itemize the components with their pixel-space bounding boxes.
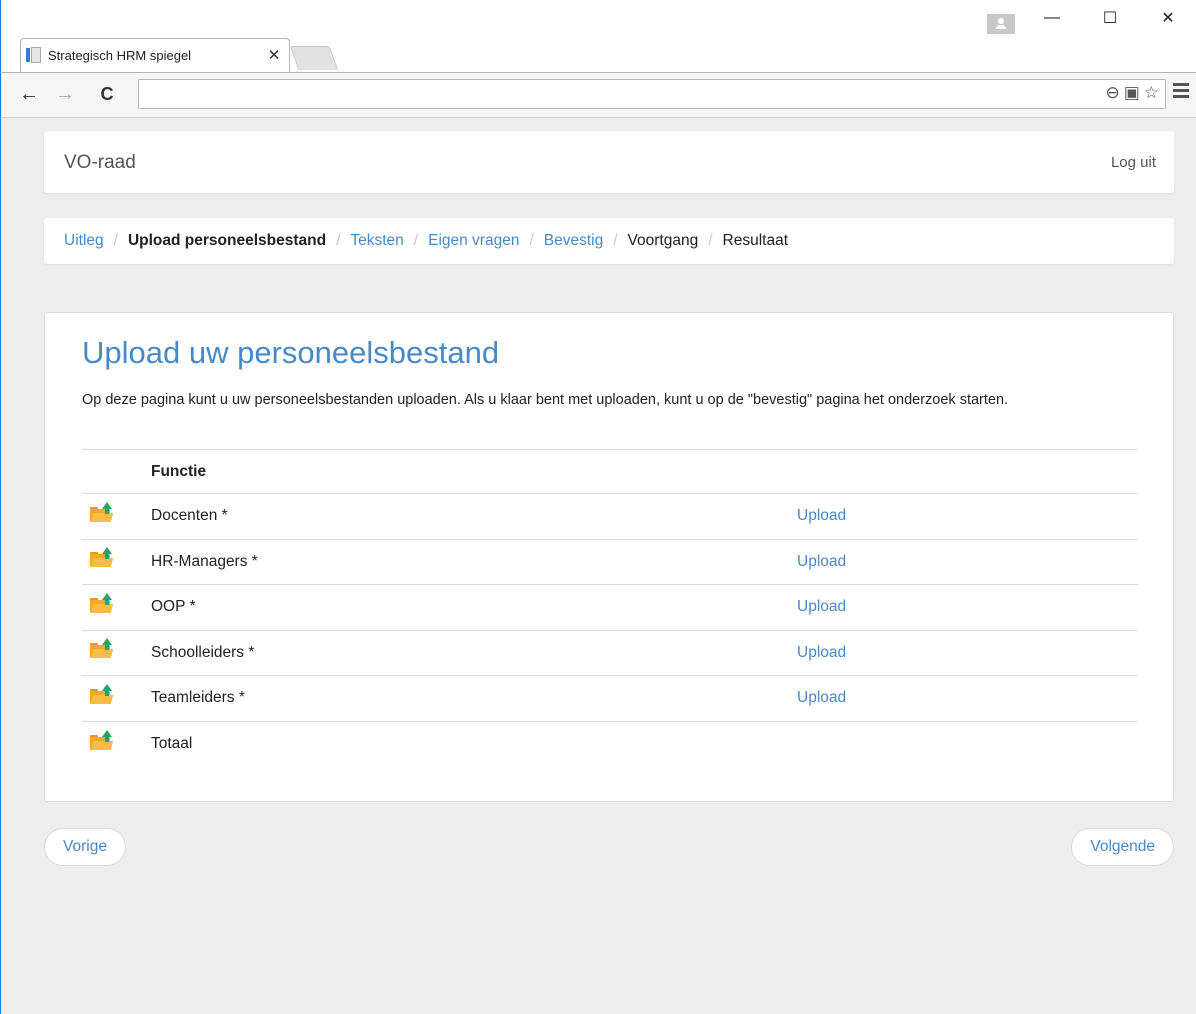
maximize-button[interactable]: ☐ bbox=[1081, 0, 1139, 36]
row-action-empty bbox=[797, 720, 1138, 767]
table-row: HR-Managers * Upload bbox=[82, 538, 1138, 585]
breadcrumb-separator: / bbox=[413, 232, 419, 249]
previous-button[interactable]: Vorige bbox=[44, 828, 126, 866]
table-row: OOP * Upload bbox=[82, 584, 1138, 630]
address-bar[interactable]: ⊖ ▣ ☆ bbox=[138, 79, 1166, 109]
breadcrumb-eigen-vragen[interactable]: Eigen vragen bbox=[428, 232, 519, 250]
minimize-button[interactable]: — bbox=[1023, 0, 1081, 36]
folder-upload-icon bbox=[90, 638, 114, 659]
back-arrow-icon[interactable]: ← bbox=[16, 81, 42, 107]
page-title: Upload uw personeelsbestand bbox=[82, 335, 500, 370]
upload-link-docenten[interactable]: Upload bbox=[797, 507, 846, 524]
close-window-button[interactable]: ✕ bbox=[1139, 0, 1196, 36]
site-brand[interactable]: VO-raad bbox=[64, 152, 136, 174]
breadcrumb-uitleg[interactable]: Uitleg bbox=[64, 232, 104, 250]
breadcrumb-upload-personeelsbestand: Upload personeelsbestand bbox=[127, 232, 327, 249]
table-header-row: Functie bbox=[82, 449, 1138, 494]
page-content: VO-raad Log uit Uitleg / Upload personee… bbox=[2, 118, 1196, 1014]
page-favicon-icon bbox=[26, 47, 41, 63]
breadcrumb-bevestig[interactable]: Bevestig bbox=[544, 232, 603, 250]
breadcrumb-separator: / bbox=[113, 232, 118, 249]
row-functie: Schoolleiders * bbox=[151, 629, 797, 676]
title-bar: Strategisch HRM spiegel ✕ — ☐ ✕ bbox=[2, 0, 1196, 72]
breadcrumb-voortgang: Voortgang bbox=[627, 232, 699, 249]
table-row: Teamleiders * Upload bbox=[82, 675, 1138, 721]
page-description: Op deze pagina kunt u uw personeelsbesta… bbox=[82, 392, 1009, 408]
row-functie: Totaal bbox=[151, 720, 797, 767]
next-button[interactable]: Volgende bbox=[1071, 828, 1174, 866]
browser-menu-icon[interactable] bbox=[1173, 83, 1189, 99]
zoom-icon[interactable]: ⊖ bbox=[1105, 83, 1119, 103]
tab-title: Strategisch HRM spiegel bbox=[48, 47, 192, 63]
breadcrumb-separator: / bbox=[529, 232, 534, 249]
row-functie: OOP * bbox=[151, 584, 797, 630]
forward-arrow-icon[interactable]: → bbox=[52, 81, 78, 107]
row-functie: Teamleiders * bbox=[151, 675, 797, 721]
upload-link-schoolleiders[interactable]: Upload bbox=[797, 644, 846, 661]
breadcrumb-teksten[interactable]: Teksten bbox=[350, 232, 403, 250]
window-controls: — ☐ ✕ bbox=[1023, 0, 1196, 36]
reload-icon[interactable]: C bbox=[94, 81, 120, 107]
upload-link-oop[interactable]: Upload bbox=[797, 598, 846, 615]
breadcrumb: Uitleg / Upload personeelsbestand / Teks… bbox=[44, 218, 1174, 264]
breadcrumb-separator: / bbox=[613, 232, 618, 249]
table-header-functie: Functie bbox=[151, 449, 797, 494]
bookmark-star-icon[interactable]: ☆ bbox=[1144, 83, 1159, 103]
profile-icon[interactable] bbox=[987, 14, 1015, 34]
upload-panel: Upload uw personeelsbestand Op deze pagi… bbox=[44, 312, 1174, 802]
upload-link-hr-managers[interactable]: Upload bbox=[797, 553, 846, 570]
breadcrumb-separator: / bbox=[336, 232, 341, 249]
browser-toolbar: ← → C ⊖ ▣ ☆ bbox=[2, 72, 1196, 118]
upload-link-teamleiders[interactable]: Upload bbox=[797, 689, 846, 706]
table-row: Schoolleiders * Upload bbox=[82, 629, 1138, 676]
breadcrumb-resultaat: Resultaat bbox=[722, 232, 789, 249]
site-header: VO-raad Log uit bbox=[44, 131, 1174, 193]
folder-upload-icon bbox=[90, 501, 114, 522]
breadcrumb-separator: / bbox=[708, 232, 713, 249]
folder-upload-icon bbox=[90, 592, 114, 613]
folder-upload-icon bbox=[90, 729, 114, 750]
browser-window: Strategisch HRM spiegel ✕ — ☐ ✕ ← → C ⊖ … bbox=[0, 0, 1196, 1014]
upload-table: Functie Docenten * Upload HR-Managers * … bbox=[82, 449, 1138, 767]
browser-tab-content[interactable]: Strategisch HRM spiegel ✕ bbox=[26, 40, 286, 70]
table-header-action bbox=[797, 449, 1138, 494]
table-row: Totaal bbox=[82, 720, 1138, 767]
tab-close-icon[interactable]: ✕ bbox=[262, 46, 286, 64]
row-functie: Docenten * bbox=[151, 493, 797, 539]
table-row: Docenten * Upload bbox=[82, 493, 1138, 539]
table-header-icon bbox=[82, 449, 151, 494]
logout-link[interactable]: Log uit bbox=[1111, 154, 1156, 171]
row-functie: HR-Managers * bbox=[151, 538, 797, 585]
folder-upload-icon bbox=[90, 683, 114, 704]
folder-upload-icon bbox=[90, 547, 114, 568]
new-tab-button[interactable] bbox=[289, 46, 339, 70]
translate-icon[interactable]: ▣ bbox=[1124, 83, 1140, 103]
